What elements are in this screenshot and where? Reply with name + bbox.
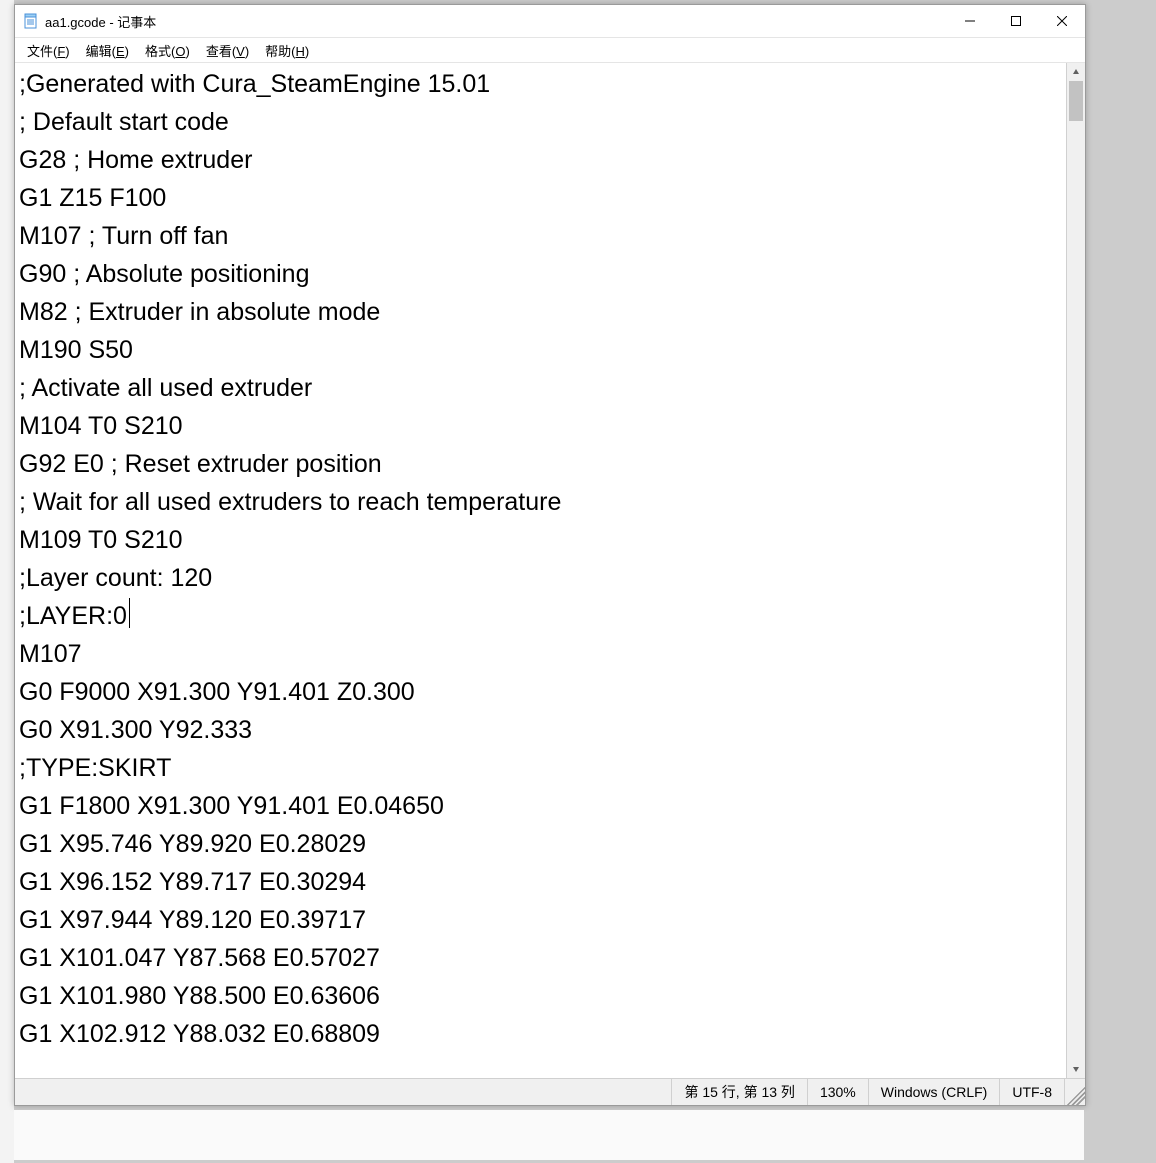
background-strip bbox=[0, 0, 14, 1163]
menu-file[interactable]: 文件(F) bbox=[19, 39, 78, 62]
window-controls bbox=[947, 5, 1085, 37]
menu-edit[interactable]: 编辑(E) bbox=[78, 39, 137, 62]
statusbar: 第 15 行, 第 13 列 130% Windows (CRLF) UTF-8 bbox=[15, 1078, 1085, 1105]
text-editor[interactable]: ;Generated with Cura_SteamEngine 15.01 ;… bbox=[15, 63, 1067, 1078]
scroll-up-button[interactable] bbox=[1067, 63, 1085, 81]
window-title: aa1.gcode - 记事本 bbox=[45, 12, 156, 31]
titlebar[interactable]: aa1.gcode - 记事本 bbox=[15, 5, 1085, 38]
resize-grip-icon[interactable] bbox=[1064, 1079, 1085, 1105]
menubar: 文件(F) 编辑(E) 格式(O) 查看(V) 帮助(H) bbox=[15, 38, 1085, 63]
editor-area: ;Generated with Cura_SteamEngine 15.01 ;… bbox=[15, 63, 1085, 1078]
cropped-background bbox=[14, 1110, 1084, 1160]
menu-view[interactable]: 查看(V) bbox=[198, 39, 257, 62]
scroll-thumb[interactable] bbox=[1069, 81, 1083, 121]
scroll-down-button[interactable] bbox=[1067, 1060, 1085, 1078]
status-zoom: 130% bbox=[807, 1079, 868, 1105]
scroll-track[interactable] bbox=[1067, 81, 1085, 1060]
minimize-button[interactable] bbox=[947, 5, 993, 37]
notepad-app-icon bbox=[23, 13, 39, 29]
menu-format[interactable]: 格式(O) bbox=[137, 39, 198, 62]
maximize-button[interactable] bbox=[993, 5, 1039, 37]
status-cursor-position: 第 15 行, 第 13 列 bbox=[671, 1079, 806, 1105]
menu-help[interactable]: 帮助(H) bbox=[257, 39, 317, 62]
close-button[interactable] bbox=[1039, 5, 1085, 37]
notepad-window: aa1.gcode - 记事本 文件(F) 编辑(E) 格式(O) 查看(V) … bbox=[14, 4, 1086, 1106]
vertical-scrollbar[interactable] bbox=[1066, 63, 1085, 1078]
status-encoding: UTF-8 bbox=[999, 1079, 1064, 1105]
status-line-ending: Windows (CRLF) bbox=[868, 1079, 1000, 1105]
